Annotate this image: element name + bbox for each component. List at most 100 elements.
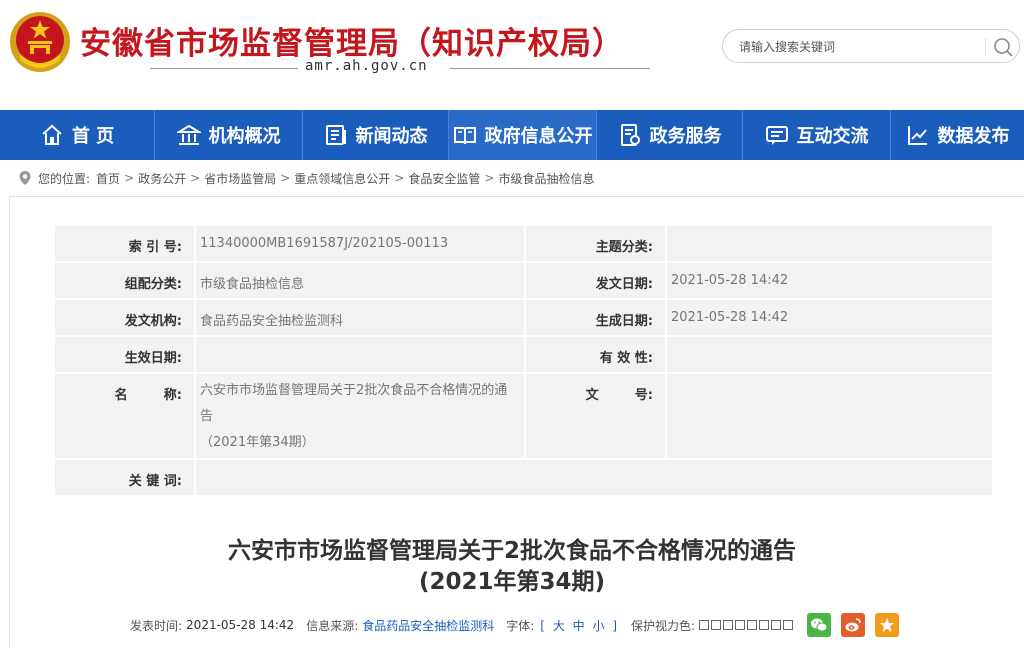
font-large-button[interactable]: 大 <box>553 619 565 633</box>
color-swatch[interactable] <box>783 620 794 630</box>
name-value: 六安市市场监督管理局关于2批次食品不合格情况的通 告 （2021年第34期） <box>194 372 526 460</box>
color-swatch[interactable] <box>759 620 770 630</box>
breadcrumb-separator: > <box>394 171 405 185</box>
validity-label: 有 效 性: <box>524 335 667 374</box>
article-title-line: (2021年第34期) <box>418 569 606 595</box>
issue-date-value: 2021-05-28 14:42 <box>665 261 994 300</box>
table-row: 关 键 词: <box>53 458 994 497</box>
breadcrumb-link-home[interactable]: 首页 <box>96 170 120 187</box>
font-size-control: [ 大 中 小 ] <box>538 617 619 634</box>
divider <box>150 68 298 69</box>
nav-label: 互动交流 <box>796 126 869 147</box>
nav-item-data[interactable]: 数据发布 <box>891 110 1024 160</box>
search-box <box>722 29 1020 63</box>
site-header: 安徽省市场监督管理局（知识产权局） amr.ah.gov.cn <box>0 0 1024 110</box>
gen-date-label: 生成日期: <box>524 298 667 337</box>
document-info-table: 索 引 号: 11340000MB1691587J/202105-00113 主… <box>53 224 994 497</box>
validity-value <box>665 335 994 374</box>
nav-item-services[interactable]: 政务服务 <box>597 110 743 160</box>
search-icon[interactable] <box>991 35 1015 59</box>
main-nav: 首 页 机构概况 新闻动态 政府信息公开 政务服务 互动交流 数据发布 <box>0 110 1024 160</box>
table-row: 索 引 号: 11340000MB1691587J/202105-00113 主… <box>53 224 994 263</box>
doc-number-value <box>665 372 994 460</box>
color-swatch[interactable] <box>699 620 710 630</box>
article-title: 六安市市场监督管理局关于2批次食品不合格情况的通告 (2021年第34期) <box>0 536 1024 598</box>
nav-label: 新闻动态 <box>355 126 428 147</box>
table-row: 发文机构: 食品药品安全抽检监测科 生成日期: 2021-05-28 14:42 <box>53 298 994 337</box>
chat-icon <box>765 126 788 145</box>
home-icon <box>42 124 62 145</box>
gen-date-value: 2021-05-28 14:42 <box>665 298 994 337</box>
color-swatch[interactable] <box>747 620 758 630</box>
org-label: 发文机构: <box>53 298 196 337</box>
nav-label: 政府信息公开 <box>484 126 593 147</box>
breadcrumb-link-food-safety[interactable]: 食品安全监管 <box>408 170 480 187</box>
doc-number-label: 文 号: <box>524 372 667 460</box>
nav-item-home[interactable]: 首 页 <box>0 110 155 160</box>
name-value-line: （2021年第34期） <box>200 435 315 450</box>
nav-item-organization[interactable]: 机构概况 <box>155 110 303 160</box>
nav-item-gov-info[interactable]: 政府信息公开 <box>449 110 597 160</box>
table-row: 名 称: 六安市市场监督管理局关于2批次食品不合格情况的通 告 （2021年第3… <box>53 372 994 460</box>
org-value: 食品药品安全抽检监测科 <box>194 298 526 337</box>
breadcrumb-link-current[interactable]: 市级食品抽检信息 <box>498 170 594 187</box>
building-icon <box>176 124 201 145</box>
keywords-label: 关 键 词: <box>53 458 196 497</box>
color-swatch[interactable] <box>723 620 734 630</box>
index-label: 索 引 号: <box>53 224 196 263</box>
favorite-star-icon[interactable] <box>875 613 900 637</box>
breadcrumb-link-bureau[interactable]: 省市场监管局 <box>204 170 276 187</box>
color-swatch[interactable] <box>711 620 722 630</box>
weibo-icon[interactable] <box>841 613 866 637</box>
topic-label: 主题分类: <box>524 224 667 263</box>
font-size-label: 字体: <box>506 618 535 633</box>
breadcrumb-separator: > <box>280 171 291 185</box>
breadcrumb-prefix: 您的位置: <box>38 171 91 186</box>
share-buttons <box>807 613 900 637</box>
location-pin-icon <box>19 171 31 185</box>
category-value: 市级食品抽检信息 <box>194 261 526 300</box>
font-medium-button[interactable]: 中 <box>573 619 585 633</box>
breadcrumb-link-key-areas[interactable]: 重点领域信息公开 <box>294 170 390 187</box>
table-row: 组配分类: 市级食品抽检信息 发文日期: 2021-05-28 14:42 <box>53 261 994 300</box>
national-emblem-icon[interactable] <box>8 10 72 74</box>
nav-item-interaction[interactable]: 互动交流 <box>743 110 891 160</box>
search-input[interactable] <box>739 38 979 56</box>
effective-date-label: 生效日期: <box>53 335 196 374</box>
publish-time-label: 发表时间: <box>130 618 183 633</box>
color-swatch[interactable] <box>771 620 782 630</box>
category-label: 组配分类: <box>53 261 196 300</box>
breadcrumb-separator: > <box>190 171 201 185</box>
article-title-line: 六安市市场监督管理局关于2批次食品不合格情况的通告 <box>227 538 796 564</box>
nav-label: 数据发布 <box>937 126 1010 147</box>
bracket: [ <box>540 618 545 633</box>
index-value: 11340000MB1691587J/202105-00113 <box>194 224 526 263</box>
wechat-icon[interactable] <box>807 613 832 637</box>
nav-item-news[interactable]: 新闻动态 <box>303 110 449 160</box>
effective-date-value <box>194 335 526 374</box>
table-row: 生效日期: 有 效 性: <box>53 335 994 374</box>
font-small-button[interactable]: 小 <box>593 619 605 633</box>
bracket: ] <box>612 618 618 633</box>
name-label: 名 称: <box>53 372 196 460</box>
source-value[interactable]: 食品药品安全抽检监测科 <box>362 617 494 634</box>
color-swatch[interactable] <box>735 620 746 630</box>
name-value-line: 六安市市场监督管理局关于2批次食品不合格情况的通 <box>200 383 508 398</box>
nav-label: 政务服务 <box>649 126 722 147</box>
breadcrumb-separator: > <box>484 171 495 185</box>
site-domain: amr.ah.gov.cn <box>305 58 428 74</box>
chart-icon <box>907 126 927 145</box>
issue-date-label: 发文日期: <box>524 261 667 300</box>
keywords-value <box>194 458 994 497</box>
breadcrumb-link-gov-affairs[interactable]: 政务公开 <box>138 170 186 187</box>
eye-care-swatches <box>699 620 794 630</box>
divider <box>450 68 650 69</box>
book-icon <box>453 127 476 145</box>
article-meta: 发表时间: 2021-05-28 14:42 信息来源: 食品药品安全抽检监测科… <box>130 613 900 637</box>
eye-care-label: 保护视力色: <box>631 618 696 633</box>
publish-time-value: 2021-05-28 14:42 <box>186 618 295 632</box>
source-label: 信息来源: <box>306 618 359 633</box>
nav-label: 机构概况 <box>208 126 281 147</box>
news-icon <box>325 125 346 145</box>
domain-row: amr.ah.gov.cn <box>150 58 650 78</box>
